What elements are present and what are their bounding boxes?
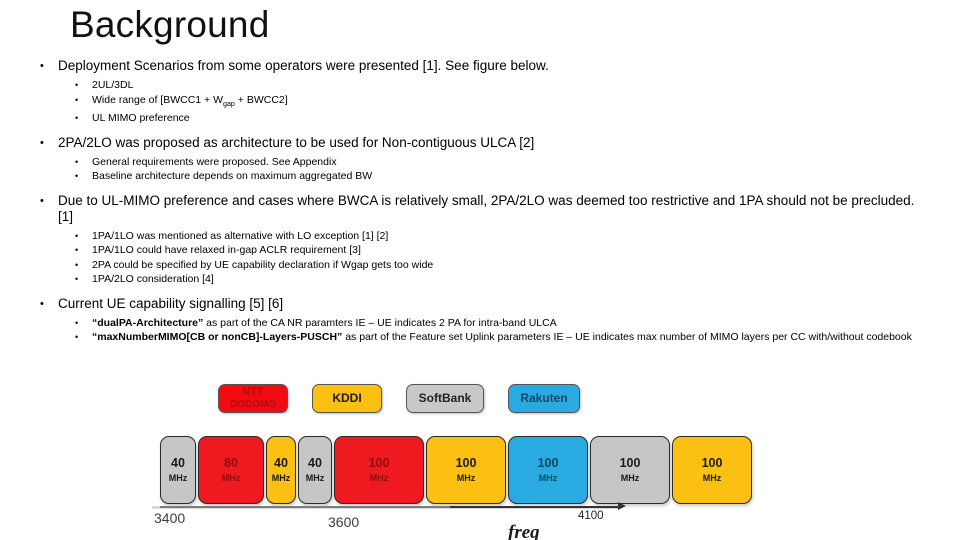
spectrum-block: 100 MHz	[426, 436, 506, 504]
bullet-text-bold: “maxNumberMIMO[CB or nonCB]-Layers-PUSCH…	[92, 331, 343, 344]
bullet-text: 1PA/2LO consideration [4]	[92, 273, 214, 286]
bullet-level2-baseline-architecture: • Baseline architecture depends on maxim…	[30, 169, 930, 184]
block-unit: MHz	[271, 473, 291, 483]
bullet-text-post: + BWCC2]	[234, 93, 288, 106]
logo-rakuten: Rakuten	[508, 384, 580, 413]
logo-label: KDDI	[332, 391, 362, 405]
bullet-level2-2ul3dl: • 2UL/3DL	[30, 78, 930, 93]
bullet-text-rest: as part of the Feature set Uplink parame…	[342, 331, 912, 344]
bullet-text-pre: Wide range of [BWCC1 + W	[92, 93, 223, 106]
bullet-level1-2pa2lo-proposed: • 2PA/2LO was proposed as architecture t…	[30, 135, 930, 151]
block-unit: MHz	[168, 473, 188, 483]
spectrum-block: 80 MHz	[198, 436, 264, 504]
bullet-text: Baseline architecture depends on maximum…	[92, 170, 373, 183]
block-value: 100	[537, 456, 559, 470]
bullet-level2-1pa2lo-consideration: • 1PA/2LO consideration [4]	[30, 272, 930, 287]
bullet-level2-general-requirements: • General requirements were proposed. Se…	[30, 155, 930, 170]
bullet-text: 2UL/3DL	[92, 79, 134, 91]
bullet-marker-icon: •	[40, 60, 44, 72]
logo-label-line2: DOCOMO	[229, 399, 277, 410]
bullet-marker-icon: •	[75, 245, 79, 256]
bullet-marker-icon: •	[75, 259, 79, 270]
bullet-text-rest: as part of the CA NR paramters IE – UE i…	[203, 316, 557, 329]
block-value: 40	[308, 456, 322, 470]
spectrum-block: 100 MHz	[590, 436, 670, 504]
block-value: 100	[701, 456, 723, 470]
logo-label-line1: NTT	[242, 386, 264, 398]
block-unit: MHz	[538, 473, 558, 483]
block-value: 100	[619, 456, 641, 470]
slide-background: Background • Deployment Scenarios from s…	[0, 0, 960, 540]
block-value: 100	[368, 456, 390, 470]
slide-body: • Deployment Scenarios from some operato…	[30, 58, 930, 345]
bullet-marker-icon: •	[40, 136, 44, 149]
spectrum-block: 100 MHz	[508, 436, 588, 504]
bullet-text: 2PA/2LO was proposed as architecture to …	[58, 134, 535, 150]
spectrum-block: 40 MHz	[266, 436, 296, 504]
axis-arrow-line	[450, 506, 620, 508]
bullet-text: Due to UL-MIMO preference and cases wher…	[58, 192, 915, 224]
operator-logo-row: NTT DOCOMO KDDI SoftBank Rakuten	[218, 384, 580, 413]
logo-label: SoftBank	[418, 391, 472, 405]
block-unit: MHz	[702, 473, 722, 483]
bullet-marker-icon: •	[75, 230, 79, 241]
block-value: 40	[274, 456, 288, 470]
bullet-level2-1pa1lo-alternative: • 1PA/1LO was mentioned as alternative w…	[30, 229, 930, 244]
axis-tick-label-start: 3400	[154, 510, 186, 526]
bullet-marker-icon: •	[40, 297, 44, 310]
logo-softbank: SoftBank	[406, 384, 484, 413]
spectrum-block: 40 MHz	[298, 436, 332, 504]
bullet-marker-icon: •	[75, 332, 79, 343]
spectrum-block-row: 40 MHz 80 MHz 40 MHz 40 MHz 100 MHz 100 …	[160, 436, 752, 504]
bullet-level2-ul-mimo-preference: • UL MIMO preference	[30, 111, 930, 126]
axis-arrow-head-icon	[618, 502, 626, 510]
bullet-level1-ul-mimo-preference-cases: • Due to UL-MIMO preference and cases wh…	[30, 193, 930, 225]
bullet-level2-maxnumbermimo-layers: • “maxNumberMIMO[CB or nonCB]-Layers-PUS…	[30, 330, 930, 345]
axis-tick-label-end: 4100	[578, 510, 604, 522]
block-unit: MHz	[456, 473, 476, 483]
bullet-marker-icon: •	[75, 156, 79, 167]
block-unit: MHz	[369, 473, 389, 483]
bullet-marker-icon: •	[75, 274, 79, 285]
logo-kddi: KDDI	[312, 384, 382, 413]
logo-ntt-docomo: NTT DOCOMO	[218, 384, 288, 413]
bullet-marker-icon: •	[75, 171, 79, 182]
block-unit: MHz	[305, 473, 325, 483]
bullet-text: 1PA/1LO was mentioned as alternative wit…	[92, 229, 389, 242]
bullet-marker-icon: •	[75, 80, 79, 90]
bullet-text: Deployment Scenarios from some operators…	[58, 58, 549, 73]
axis-tick-label-mid: 3600	[328, 514, 360, 530]
spectrum-block: 40 MHz	[160, 436, 196, 504]
bullet-text: 2PA could be specified by UE capability …	[92, 258, 434, 271]
bullet-marker-icon: •	[75, 94, 79, 105]
block-unit: MHz	[221, 473, 241, 483]
bullet-text: General requirements were proposed. See …	[92, 155, 337, 168]
spectrum-block: 100 MHz	[672, 436, 752, 504]
bullet-level2-2pa-capability-declaration: • 2PA could be specified by UE capabilit…	[30, 258, 930, 273]
block-unit: MHz	[620, 473, 640, 483]
spectrum-block: 100 MHz	[334, 436, 424, 504]
subscript-gap: gap	[223, 99, 235, 108]
bullet-level2-dualpa-architecture: • “dualPA-Architecture” as part of the C…	[30, 316, 930, 331]
spectrum-allocation-chart: 40 MHz 80 MHz 40 MHz 40 MHz 100 MHz 100 …	[152, 436, 800, 540]
block-value: 100	[455, 456, 477, 470]
bullet-text-bold: “dualPA-Architecture”	[92, 316, 204, 329]
block-value: 80	[224, 456, 238, 470]
bullet-level1-deployment-scenarios: • Deployment Scenarios from some operato…	[30, 58, 930, 74]
bullet-marker-icon: •	[75, 113, 79, 124]
bullet-level2-1pa1lo-aclr: • 1PA/1LO could have relaxed in-gap ACLR…	[30, 243, 930, 258]
block-value: 40	[171, 456, 185, 470]
bullet-level2-wide-range: • Wide range of [BWCC1 + Wgap + BWCC2]	[30, 93, 930, 112]
bullet-level1-current-ue-capability: • Current UE capability signalling [5] […	[30, 296, 930, 312]
bullet-marker-icon: •	[75, 317, 79, 328]
logo-label: Rakuten	[520, 391, 568, 405]
bullet-text: UL MIMO preference	[92, 112, 190, 125]
bullet-text: 1PA/1LO could have relaxed in-gap ACLR r…	[92, 244, 361, 257]
bullet-text: Current UE capability signalling [5] [6]	[58, 295, 284, 311]
bullet-marker-icon: •	[40, 194, 44, 207]
page-title: Background	[70, 4, 270, 45]
axis-label-freq: freq	[508, 522, 540, 540]
